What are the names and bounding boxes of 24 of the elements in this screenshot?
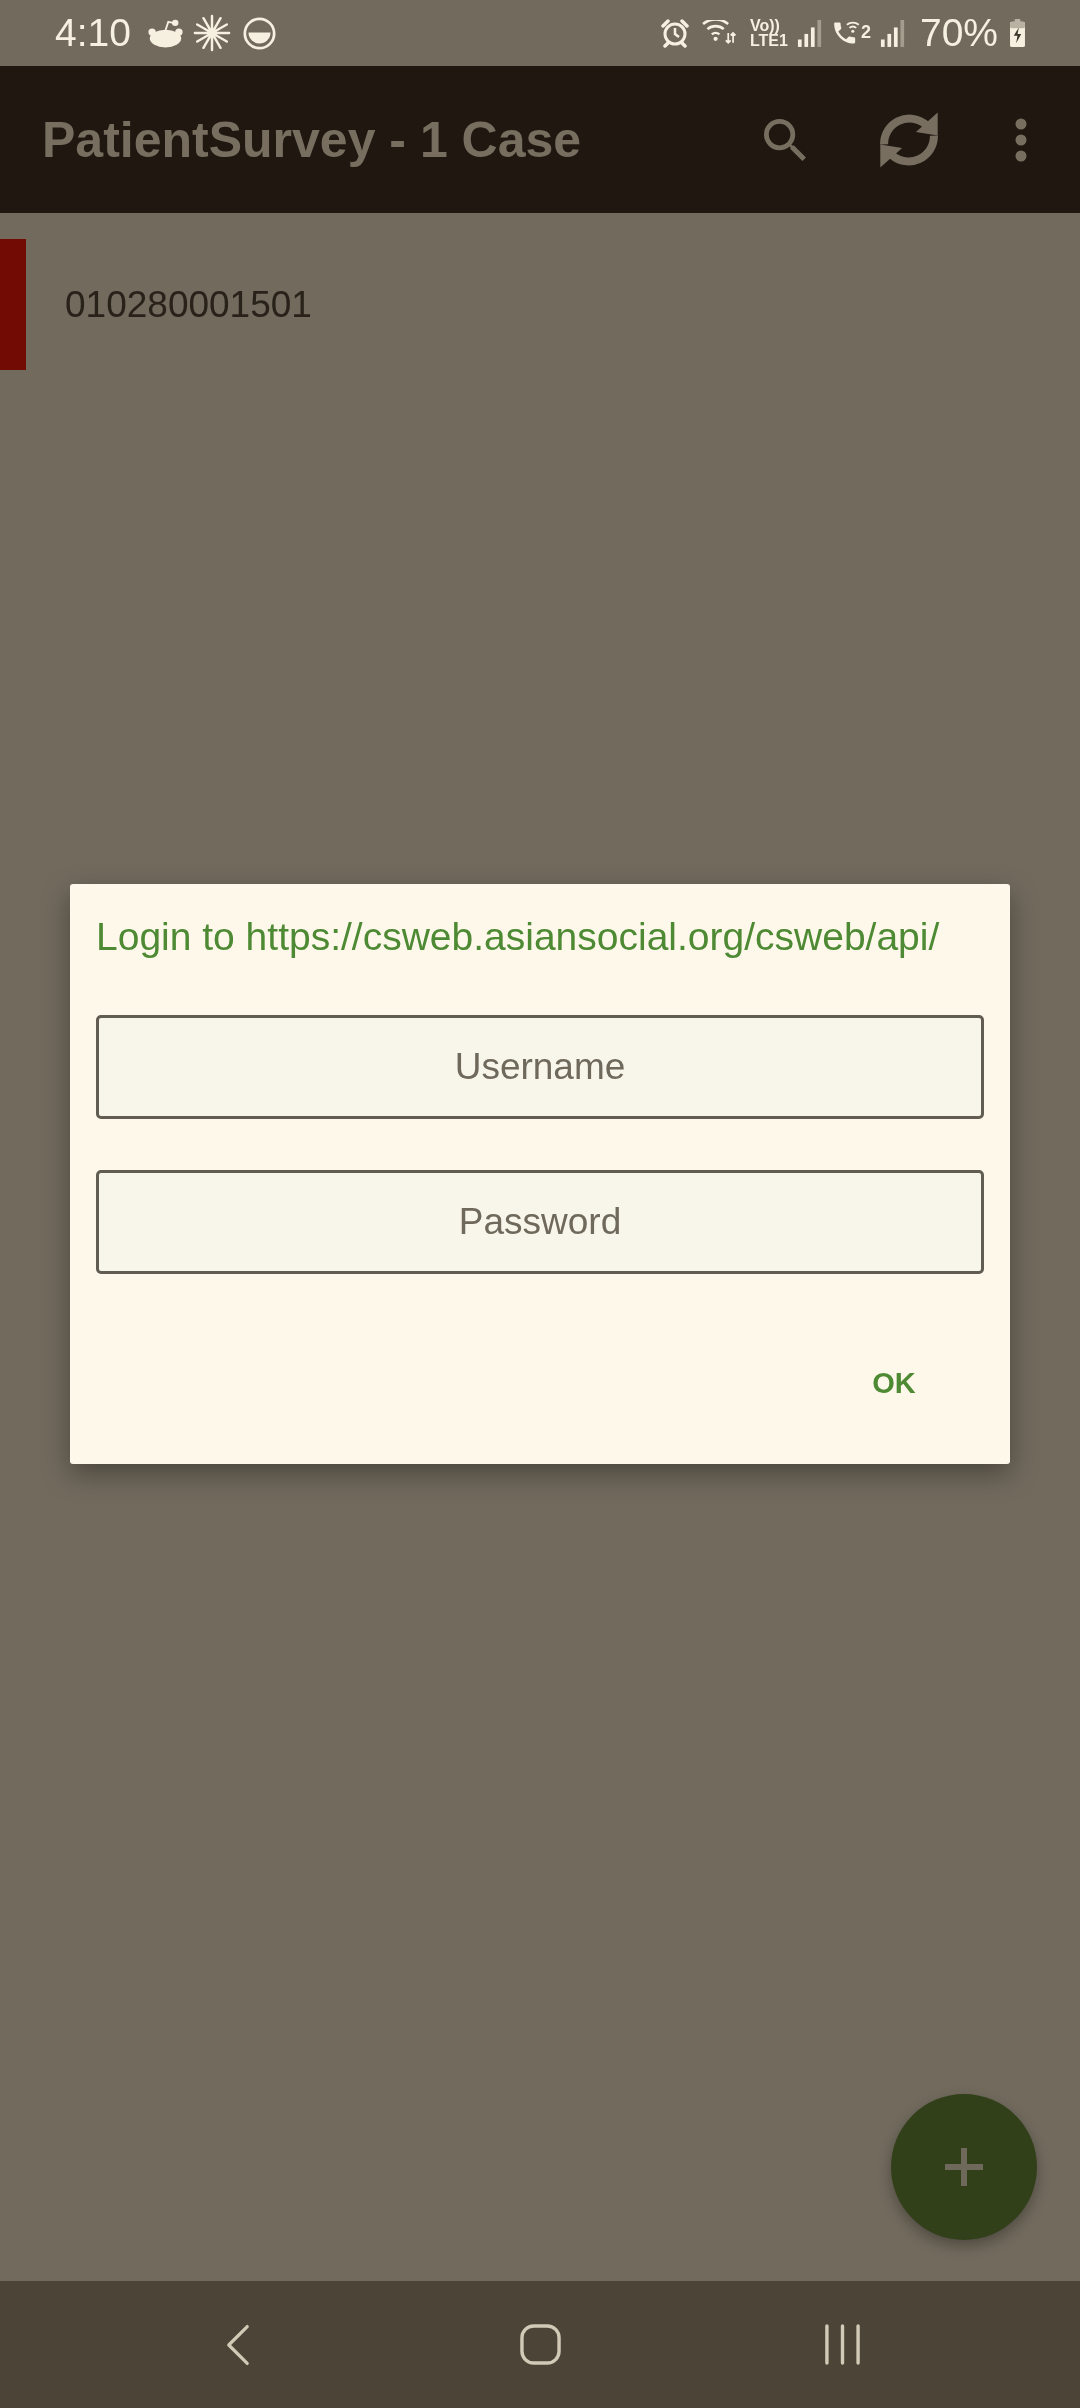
circle-icon <box>242 16 276 50</box>
plus-icon <box>945 2148 983 2186</box>
signal-bars-icon <box>879 19 906 47</box>
search-icon <box>764 118 806 161</box>
dialog-title: Login to https://csweb.asiansocial.org/csweb/api/ <box>96 914 941 960</box>
dialog-button[interactable]: OK <box>850 1339 938 1427</box>
sim-number-label: 2 <box>860 23 871 41</box>
text-input-field[interactable]: Password <box>96 1170 984 1274</box>
chevron-left-icon <box>226 2323 250 2366</box>
starburst-icon <box>192 14 231 52</box>
antenna-face-icon <box>146 18 184 48</box>
clock-time: 4:10 <box>55 11 131 55</box>
rounded-square-icon <box>519 2324 561 2365</box>
wifi-icon <box>702 20 736 46</box>
battery-charging-icon <box>1010 19 1025 47</box>
battery-percent: 70% <box>919 11 998 55</box>
case-id-label[interactable]: 010280001501 <box>65 283 312 326</box>
signal-bars-icon <box>796 19 823 47</box>
alarm-clock-icon <box>660 18 690 48</box>
wifi-calling-icon <box>832 21 861 45</box>
text-input-field[interactable]: Username <box>96 1015 984 1119</box>
more-vertical-icon <box>1015 117 1027 162</box>
app-title: PatientSurvey - 1 Case <box>42 110 583 169</box>
three-lines-icon <box>823 2324 861 2365</box>
